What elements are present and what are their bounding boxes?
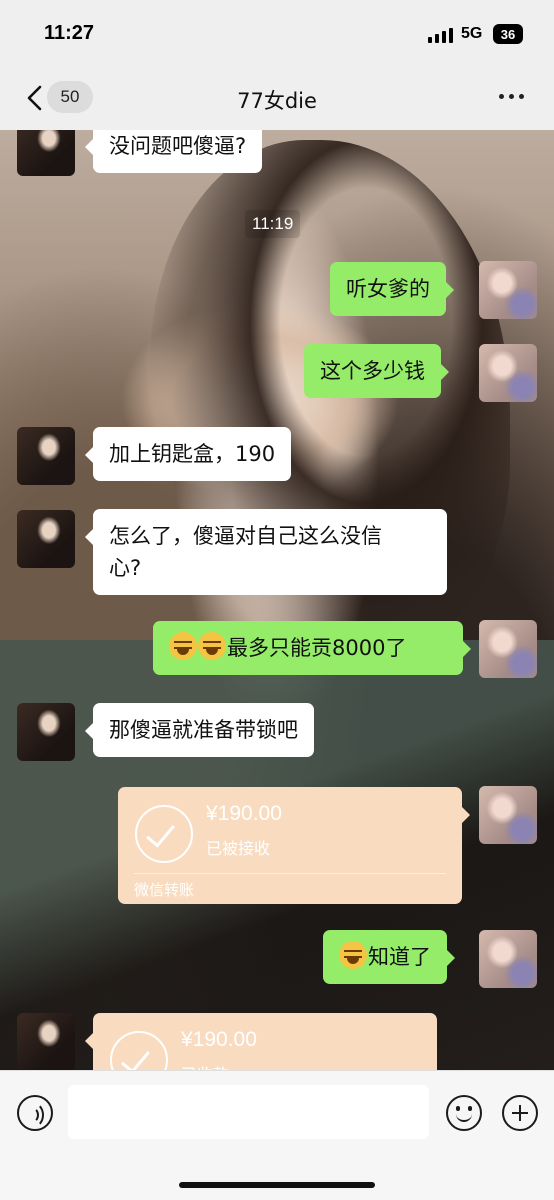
voice-input-icon[interactable] [17, 1095, 53, 1131]
add-attachment-icon[interactable] [502, 1095, 538, 1131]
self-avatar[interactable] [479, 786, 537, 844]
message-text: 最多只能贡8000了 [227, 636, 407, 660]
message-input[interactable] [68, 1085, 429, 1139]
self-avatar[interactable] [479, 620, 537, 678]
message-list[interactable]: 没问题吧傻逼? 11:19 听女爹的 这个多少钱 加上钥匙盒，190 怎么了，傻… [0, 130, 554, 1070]
chat-title: 77女die [237, 89, 317, 113]
emoji-picker-icon[interactable] [446, 1095, 482, 1131]
smiling-sweat-emoji-icon [339, 941, 367, 969]
chat-screen: 11:27 5G 36 50 77女die 没问题吧傻逼? 11:19 听女爹的… [0, 0, 554, 1200]
self-avatar[interactable] [479, 930, 537, 988]
self-avatar[interactable] [479, 344, 537, 402]
transfer-brand-label: 微信转账 [134, 881, 195, 899]
signal-icon [428, 28, 453, 43]
transfer-card-incoming[interactable]: ¥190.00 已收款 [85, 1013, 437, 1070]
message-bubble-outgoing[interactable]: 最多只能贡8000了 [153, 621, 471, 675]
transfer-card-outgoing[interactable]: ¥190.00 已被接收 微信转账 [118, 787, 470, 904]
smiling-sweat-emoji-icon [169, 632, 197, 660]
contact-avatar[interactable] [17, 703, 75, 761]
smiling-sweat-emoji-icon [198, 632, 226, 660]
more-options-icon[interactable] [499, 94, 524, 99]
transfer-amount: ¥190.00 [181, 1028, 257, 1051]
battery-icon: 36 [493, 24, 523, 44]
transfer-divider [134, 873, 446, 874]
contact-avatar[interactable] [17, 130, 75, 176]
message-text: 知道了 [368, 945, 431, 969]
contact-avatar[interactable] [17, 1013, 75, 1070]
contact-avatar[interactable] [17, 510, 75, 568]
message-bubble-outgoing[interactable]: 知道了 [323, 930, 455, 984]
message-bubble-incoming[interactable]: 加上钥匙盒，190 [84, 427, 292, 481]
network-label: 5G [461, 25, 483, 42]
message-timestamp: 11:19 [245, 210, 301, 238]
transfer-status: 已被接收 [206, 839, 271, 858]
status-time: 11:27 [44, 22, 95, 44]
message-text-line: 心? [109, 556, 142, 580]
input-bar [0, 1070, 554, 1200]
self-avatar[interactable] [479, 261, 537, 319]
transfer-amount: ¥190.00 [206, 802, 282, 825]
check-circle-icon [135, 805, 193, 863]
contact-avatar[interactable] [17, 427, 75, 485]
message-bubble-outgoing[interactable]: 这个多少钱 [304, 344, 449, 398]
message-bubble-incoming[interactable]: 怎么了，傻逼对自己这么没信 心? [85, 509, 447, 595]
check-circle-icon [110, 1031, 168, 1070]
transfer-status: 已收款 [181, 1061, 229, 1070]
message-bubble-incoming[interactable]: 那傻逼就准备带锁吧 [85, 703, 314, 757]
message-bubble-incoming[interactable]: 没问题吧傻逼? [84, 130, 263, 173]
message-text-line: 怎么了，傻逼对自己这么没信 [109, 524, 382, 548]
home-indicator[interactable] [179, 1182, 375, 1188]
message-bubble-outgoing[interactable]: 听女爹的 [330, 262, 454, 316]
status-bar: 11:27 5G 36 [0, 0, 554, 66]
